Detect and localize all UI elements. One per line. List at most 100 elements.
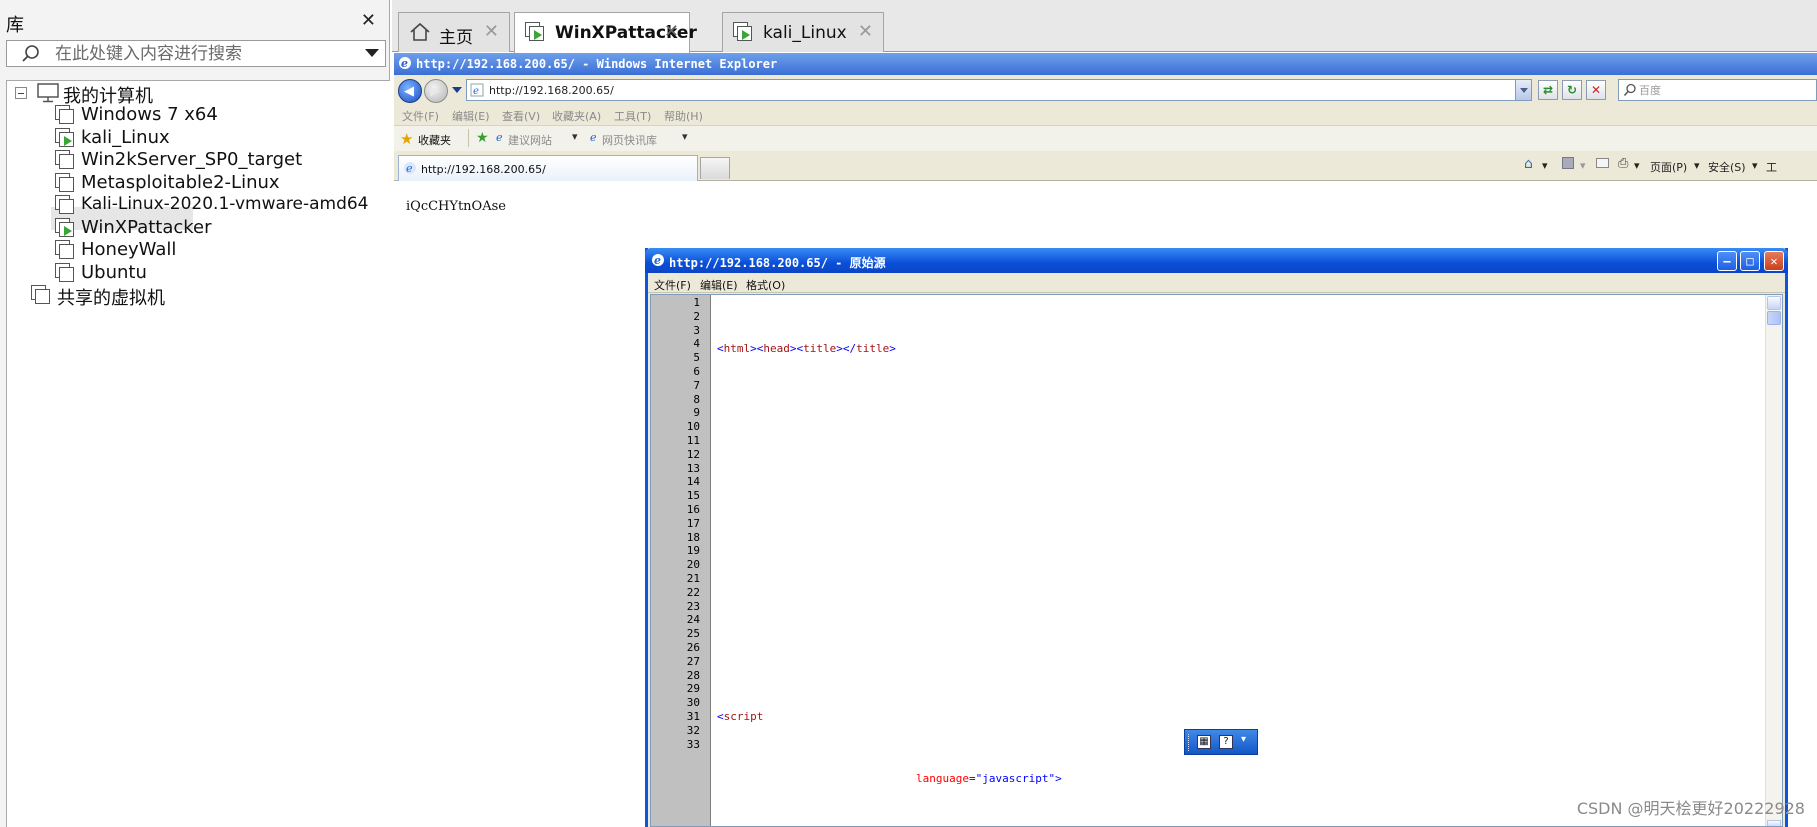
ie-tabs-row: e http://192.168.200.65/ ⌂ ▾ ▾ ⎙ ▾ 页面(P)… xyxy=(394,151,1817,181)
ie-title-text: http://192.168.200.65/ - Windows Interne… xyxy=(416,57,778,71)
tree-vm-honeywall[interactable]: HoneyWall xyxy=(55,238,385,262)
collapse-icon[interactable] xyxy=(15,87,27,99)
menu-file[interactable]: 文件(F) xyxy=(402,108,439,124)
tree-vm-metasploitable2[interactable]: Metasploitable2-Linux xyxy=(55,171,385,195)
ie-page-tab[interactable]: e http://192.168.200.65/ xyxy=(398,155,698,181)
chevron-down-icon[interactable]: ▾ xyxy=(1752,159,1758,172)
menu-tools[interactable]: 工具(T) xyxy=(614,108,651,124)
chevron-down-icon[interactable]: ▾ xyxy=(1580,159,1586,172)
search-icon xyxy=(22,45,39,62)
chevron-down-icon[interactable]: ▾ xyxy=(1542,159,1548,172)
library-close-icon[interactable]: ✕ xyxy=(361,10,376,31)
tab-close-icon[interactable]: ✕ xyxy=(858,21,873,42)
address-dropdown-icon[interactable] xyxy=(1515,80,1531,100)
help-icon[interactable]: ? xyxy=(1219,735,1233,749)
tab-home[interactable]: 主页 ✕ xyxy=(398,12,510,52)
vm-label: Metasploitable2-Linux xyxy=(81,172,280,193)
tree-vm-windows7[interactable]: Windows 7 x64 xyxy=(55,103,385,127)
ie-search-input[interactable] xyxy=(1639,82,1809,98)
menu-favorites[interactable]: 收藏夹(A) xyxy=(552,108,601,124)
search-icon xyxy=(1623,83,1636,96)
scroll-thumb[interactable] xyxy=(1767,311,1781,325)
tools-menu-button[interactable]: 工 xyxy=(1766,159,1777,175)
back-button[interactable]: ◀ xyxy=(398,79,422,103)
scroll-up-button[interactable] xyxy=(1767,296,1781,310)
ie-logo-icon: e xyxy=(652,254,664,267)
tab-close-icon[interactable]: ✕ xyxy=(484,21,499,42)
new-tab-button[interactable] xyxy=(700,157,730,179)
maximize-button[interactable]: □ xyxy=(1740,251,1760,271)
rss-feed-icon[interactable] xyxy=(1562,157,1574,169)
source-menu-file[interactable]: 文件(F) xyxy=(654,277,691,293)
home-icon[interactable]: ⌂ xyxy=(1524,156,1533,172)
svg-text:e: e xyxy=(473,86,479,97)
chevron-down-icon: ▾ xyxy=(572,130,578,143)
scroll-down-button[interactable] xyxy=(1767,820,1781,826)
tab-label: 主页 xyxy=(439,28,473,48)
tree-shared-vms[interactable]: 共享的虚拟机 xyxy=(31,283,381,309)
web-slice-gallery-link[interactable]: 网页快讯库 xyxy=(602,132,657,148)
source-vertical-scrollbar[interactable] xyxy=(1765,295,1782,826)
tab-kali-linux[interactable]: kali_Linux ✕ xyxy=(722,12,884,52)
search-dropdown-icon[interactable] xyxy=(365,49,379,57)
menu-help[interactable]: 帮助(H) xyxy=(664,108,703,124)
tab-close-icon[interactable]: ✕ xyxy=(664,21,679,42)
page-menu-button[interactable]: 页面(P) xyxy=(1650,159,1687,175)
chevron-down-icon[interactable]: ▾ xyxy=(1241,734,1246,745)
page-body-text: iQcCHYtnOAse xyxy=(406,199,506,214)
forward-button[interactable]: ▶ xyxy=(424,79,448,103)
tree-vm-kali-linux[interactable]: kali_Linux xyxy=(55,126,385,150)
ie-favorites-bar: ★ 收藏夹 ★ e 建议网站 ▾ e 网页快讯库 ▾ xyxy=(394,125,1817,151)
address-input[interactable] xyxy=(489,82,1499,98)
minimize-button[interactable]: – xyxy=(1717,251,1737,271)
tab-label: kali_Linux xyxy=(763,23,847,43)
ime-language-bar[interactable]: ▦ ? ▾ xyxy=(1184,729,1258,755)
print-icon[interactable]: ⎙ xyxy=(1618,156,1628,171)
tab-winxpattacker[interactable]: WinXPattacker ✕ xyxy=(514,12,697,53)
chevron-down-icon[interactable]: ▾ xyxy=(1634,159,1640,172)
vm-running-icon xyxy=(55,128,75,148)
library-search-input[interactable] xyxy=(55,43,355,65)
mail-icon[interactable] xyxy=(1596,158,1609,168)
tree-root-my-computer[interactable]: 我的计算机 xyxy=(13,81,383,107)
tree-vm-kali-2020[interactable]: Kali-Linux-2020.1-vmware-amd64 xyxy=(55,193,385,217)
library-panel: 库 ✕ 我的计算机 Windows 7 x64 kali_Linux xyxy=(0,0,390,827)
code-line-27: <script xyxy=(717,710,764,723)
page-icon: e xyxy=(496,131,503,144)
menu-view[interactable]: 查看(V) xyxy=(502,108,540,124)
vm-tab-bar: 主页 ✕ WinXPattacker ✕ kali_Linux ✕ xyxy=(392,0,1817,53)
line-number-gutter: 1 2 3 4 5 6 7 8 9 10 11 12 13 14 15 16 17 18 19 20 21 22 23 24 2… xyxy=(651,295,711,826)
safety-menu-button[interactable]: 安全(S) xyxy=(1708,159,1746,175)
stop-icon: ✕ xyxy=(1590,83,1602,97)
source-menu-edit[interactable]: 编辑(E) xyxy=(700,277,738,293)
suggested-sites-link[interactable]: 建议网站 xyxy=(508,132,552,148)
vm-icon xyxy=(55,173,75,193)
close-button[interactable]: ✕ xyxy=(1764,251,1784,271)
tree-vm-win2kserver[interactable]: Win2kServer_SP0_target xyxy=(55,148,385,172)
refresh-button[interactable]: ↻ xyxy=(1562,80,1582,100)
tree-vm-winxpattacker[interactable]: WinXPattacker xyxy=(55,216,385,240)
ie-search-box[interactable] xyxy=(1618,79,1817,101)
add-favorite-icon[interactable]: ★ xyxy=(476,130,489,146)
tree-vm-ubuntu[interactable]: Ubuntu xyxy=(55,261,385,285)
library-search[interactable] xyxy=(6,40,386,67)
keyboard-icon[interactable]: ▦ xyxy=(1197,735,1211,749)
page-icon: e xyxy=(470,83,484,97)
source-title-bar[interactable]: e http://192.168.200.65/ - 原始源 – □ ✕ xyxy=(645,248,1788,273)
favorites-button[interactable]: 收藏夹 xyxy=(418,132,451,148)
line-number: 33 xyxy=(686,737,700,751)
compatibility-view-button[interactable]: ⇄ xyxy=(1538,80,1558,100)
recent-pages-dropdown-icon[interactable] xyxy=(452,87,462,93)
menu-edit[interactable]: 编辑(E) xyxy=(452,108,490,124)
source-menu-format[interactable]: 格式(O) xyxy=(746,277,785,293)
vm-label: Windows 7 x64 xyxy=(81,104,218,125)
stop-button[interactable]: ✕ xyxy=(1586,80,1606,100)
home-icon xyxy=(410,22,430,41)
chevron-down-icon[interactable]: ▾ xyxy=(1694,159,1700,172)
svg-text:e: e xyxy=(406,162,413,175)
address-bar[interactable]: e xyxy=(466,79,1532,101)
watermark: CSDN @明天桧更好20222928 xyxy=(1576,799,1805,818)
vm-label: WinXPattacker xyxy=(81,217,212,238)
toolbar-divider xyxy=(468,129,469,147)
drag-handle[interactable] xyxy=(1188,734,1191,751)
